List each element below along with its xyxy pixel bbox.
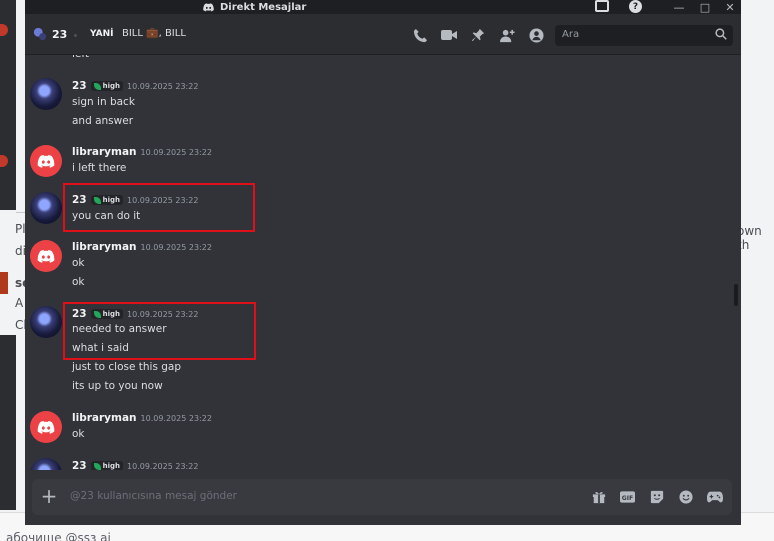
title-wrap: Direkt Mesajlar [203, 0, 306, 14]
avatar[interactable] [30, 192, 62, 224]
background-strip [0, 335, 16, 510]
background-text: абочище @ssз ai [6, 531, 111, 541]
timestamp: 10.09.2025 23:22 [140, 147, 212, 157]
background-red-block [0, 272, 8, 294]
avatar[interactable] [30, 145, 62, 177]
avatar[interactable] [30, 78, 62, 110]
avatar[interactable] [30, 458, 62, 470]
timestamp: 10.09.2025 23:22 [127, 461, 199, 471]
status-dot [74, 34, 77, 37]
author-name[interactable]: libraryman [72, 412, 137, 424]
svg-text:GIF: GIF [622, 494, 633, 501]
channel-header: 23 YANİ BILL 💼, BILL Ara [25, 14, 741, 55]
pinned-messages-icon[interactable] [469, 26, 487, 44]
group-members[interactable]: BILL 💼, BILL [122, 28, 186, 39]
author-name[interactable]: libraryman [72, 146, 137, 158]
author-name[interactable]: 23 [72, 80, 87, 92]
video-call-icon[interactable] [440, 26, 458, 44]
discord-window: Direkt Mesajlar ? — □ ✕ 23 YANİ BILL 💼, … [25, 0, 741, 525]
background-text: own th [737, 224, 762, 252]
sticker-icon[interactable] [648, 488, 665, 505]
message-text: just to close this gap [72, 361, 182, 373]
add-friends-icon[interactable] [498, 26, 516, 44]
highlight-box [63, 183, 255, 232]
composer-toolbar: GIF [590, 488, 723, 505]
message-header: libraryman 10.09.2025 23:22 [72, 412, 212, 424]
badge-label: high [102, 462, 121, 470]
message-composer: + GIF [32, 479, 732, 515]
window-title: Direkt Mesajlar [220, 1, 307, 13]
discord-logo-icon [37, 154, 55, 168]
maximize-icon[interactable]: □ [697, 0, 713, 14]
gif-icon[interactable]: GIF [619, 488, 636, 505]
user-profile-icon[interactable] [527, 26, 545, 44]
badge-label: high [102, 82, 121, 90]
search-icon [715, 28, 727, 40]
timestamp: 10.09.2025 23:22 [140, 413, 212, 423]
inbox-icon[interactable] [595, 0, 609, 12]
author-name[interactable]: 23 [72, 460, 87, 470]
timestamp: 10.09.2025 23:22 [140, 242, 212, 252]
background-text: Pl [15, 222, 26, 236]
avatar[interactable] [30, 411, 62, 443]
header-toolbar [411, 26, 545, 44]
message-list: left 23 high 10.09.2025 23:22 sign in ba… [25, 55, 741, 470]
timestamp: 10.09.2025 23:22 [127, 81, 199, 91]
scrollbar-thumb[interactable] [734, 284, 738, 306]
header-tag: YANİ [90, 29, 114, 39]
message-header: 23 high 10.09.2025 23:22 [72, 460, 198, 470]
avatar[interactable] [30, 306, 62, 338]
message-text: and answer [72, 115, 134, 127]
close-icon[interactable]: ✕ [722, 0, 738, 14]
role-badge: high [90, 81, 124, 91]
message-text: i left there [72, 162, 127, 174]
discord-logo-icon [37, 420, 55, 434]
gift-icon[interactable] [590, 488, 607, 505]
discord-logo-icon [37, 249, 55, 263]
group-avatar-icon [33, 27, 47, 41]
background-text: A [15, 296, 24, 310]
title-bar: Direkt Mesajlar ? — □ ✕ [25, 0, 741, 14]
message-input[interactable] [70, 490, 550, 502]
role-badge: high [90, 461, 124, 470]
search-input[interactable]: Ara [555, 25, 733, 46]
activities-gamepad-icon[interactable] [706, 488, 723, 505]
minimize-icon[interactable]: — [671, 0, 687, 14]
message-text: sign in back [72, 96, 135, 108]
message-text: left [72, 55, 89, 60]
avatar[interactable] [30, 240, 62, 272]
author-name[interactable]: libraryman [72, 241, 137, 253]
message-text: ok [72, 257, 85, 269]
message-text: ok [72, 276, 85, 288]
message-text: ok [72, 428, 85, 440]
discord-logo-icon [203, 2, 214, 11]
message-text: its up to you now [72, 380, 163, 392]
emoji-icon[interactable] [677, 488, 694, 505]
message-header: libraryman 10.09.2025 23:22 [72, 146, 212, 158]
attach-plus-icon[interactable]: + [40, 486, 58, 506]
message-header: 23 high 10.09.2025 23:22 [72, 80, 198, 92]
header-name: 23 [52, 28, 68, 41]
help-icon[interactable]: ? [629, 0, 642, 13]
message-header: libraryman 10.09.2025 23:22 [72, 241, 212, 253]
search-placeholder: Ara [562, 29, 580, 40]
leaf-icon [93, 82, 101, 90]
leaf-icon [93, 462, 101, 470]
highlight-box [63, 302, 256, 360]
voice-call-icon[interactable] [411, 26, 429, 44]
